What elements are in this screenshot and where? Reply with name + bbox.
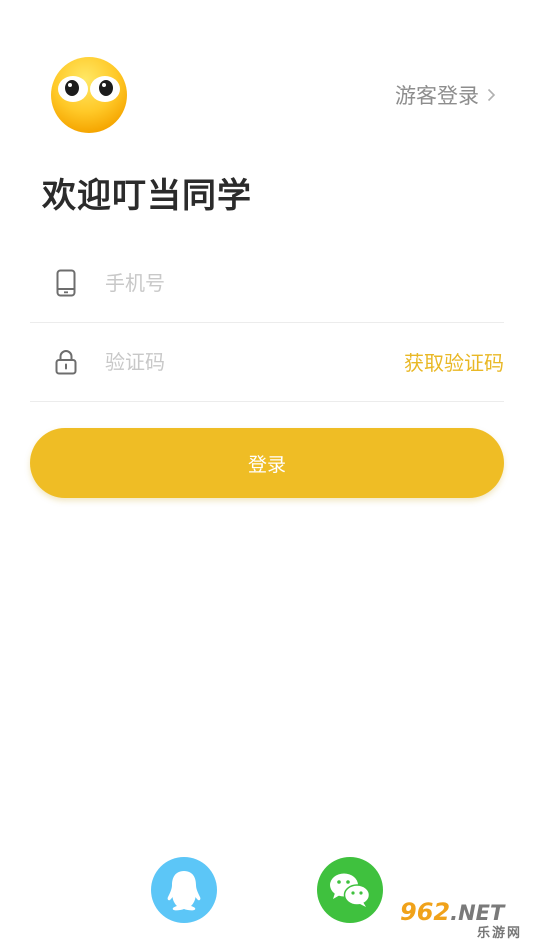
phone-icon <box>49 266 83 300</box>
watermark-number: 962 <box>400 898 451 926</box>
phone-field-row <box>30 243 504 323</box>
login-button[interactable]: 登录 <box>30 428 504 498</box>
emoji-face-icon <box>51 57 127 133</box>
phone-input[interactable] <box>103 269 504 296</box>
site-watermark: 962.NET 乐游网 <box>394 897 528 943</box>
app-logo <box>50 56 128 134</box>
chevron-right-icon <box>487 88 496 102</box>
get-code-button[interactable]: 获取验证码 <box>404 347 504 376</box>
wechat-login-button[interactable] <box>317 857 383 923</box>
qq-penguin-icon <box>167 871 201 911</box>
watermark-subtitle: 乐游网 <box>476 926 522 941</box>
code-field-row: 获取验证码 <box>30 322 504 402</box>
verification-code-input[interactable] <box>103 348 404 375</box>
qq-login-button[interactable] <box>151 857 217 923</box>
guest-login-label: 游客登录 <box>395 84 479 108</box>
page-title: 欢迎叮当同学 <box>42 176 252 216</box>
guest-login-link[interactable]: 游客登录 <box>395 80 496 110</box>
wechat-icon <box>330 873 371 907</box>
lock-icon <box>49 345 83 379</box>
